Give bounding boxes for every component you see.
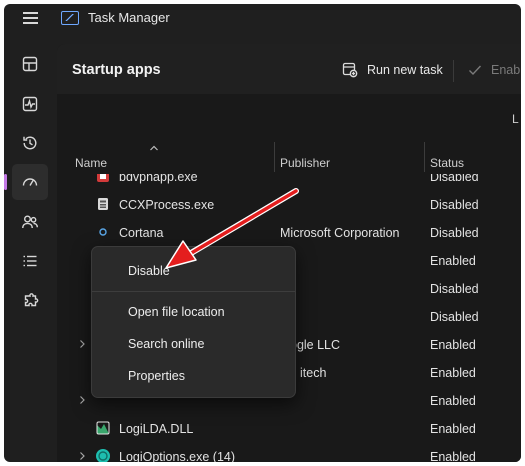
column-name-label: Name bbox=[75, 156, 108, 170]
task-manager-app-icon bbox=[61, 11, 79, 25]
run-new-task-label: Run new task bbox=[367, 63, 443, 77]
app-status: Disabled bbox=[430, 174, 479, 184]
page-header: Startup apps Run new task Enab bbox=[57, 44, 521, 94]
puzzle-icon bbox=[24, 293, 39, 307]
nav-item-app-history[interactable] bbox=[12, 125, 48, 161]
speedometer-icon bbox=[22, 178, 38, 186]
nav-item-processes[interactable] bbox=[12, 46, 48, 82]
app-red-icon bbox=[97, 174, 109, 182]
title-bar: Task Manager bbox=[4, 4, 521, 36]
app-gray-icon bbox=[98, 198, 108, 210]
app-status: Enabled bbox=[430, 254, 476, 268]
app-name: Cortana bbox=[119, 226, 164, 240]
column-header-status[interactable]: Status bbox=[430, 144, 521, 172]
app-status: Enabled bbox=[430, 450, 476, 462]
table-row[interactable]: Cortana Microsoft Corporation Disabled bbox=[57, 219, 521, 247]
table-row[interactable]: CCXProcess.exe Disabled bbox=[57, 191, 521, 219]
column-separator[interactable] bbox=[274, 142, 275, 172]
window-title: Task Manager bbox=[88, 10, 170, 25]
toolbar-divider bbox=[453, 60, 454, 82]
menu-item-open-file-location[interactable]: Open file location bbox=[96, 298, 292, 326]
menu-item-properties[interactable]: Properties bbox=[96, 362, 292, 390]
left-nav bbox=[4, 36, 56, 462]
app-name: bdvphapp.exe bbox=[119, 174, 198, 184]
checkmark-icon bbox=[469, 65, 482, 76]
context-menu: Disable Open file location Search online… bbox=[91, 246, 296, 398]
list-icon bbox=[23, 255, 37, 267]
menu-item-label: Search online bbox=[128, 337, 205, 351]
column-separator[interactable] bbox=[424, 142, 425, 172]
app-publisher: Microsoft Corporation bbox=[280, 226, 400, 240]
app-status: Disabled bbox=[430, 282, 479, 296]
nav-item-performance[interactable] bbox=[12, 86, 48, 122]
table-row[interactable]: LogiOptions.exe (14) Enabled bbox=[57, 443, 521, 462]
column-publisher-label: Publisher bbox=[280, 156, 331, 170]
app-status: Enabled bbox=[430, 394, 476, 408]
column-header-name[interactable]: Name bbox=[75, 144, 273, 172]
run-task-icon bbox=[342, 62, 358, 78]
chevron-right-icon[interactable] bbox=[77, 451, 87, 461]
app-status: Disabled bbox=[430, 310, 479, 324]
menu-item-label: Disable bbox=[128, 264, 170, 278]
column-status-label: Status bbox=[430, 156, 465, 170]
app-publisher: itech bbox=[300, 366, 327, 380]
menu-separator bbox=[92, 291, 295, 292]
app-status: Enabled bbox=[430, 366, 476, 380]
column-header-publisher[interactable]: Publisher bbox=[280, 144, 422, 172]
app-status: Disabled bbox=[430, 198, 479, 212]
app-status: Enabled bbox=[430, 422, 476, 436]
run-new-task-button[interactable]: Run new task bbox=[341, 56, 443, 84]
menu-item-disable[interactable]: Disable bbox=[96, 257, 292, 285]
activity-icon bbox=[22, 96, 38, 112]
menu-item-label: Properties bbox=[128, 369, 185, 383]
history-icon bbox=[23, 136, 37, 150]
chevron-right-icon[interactable] bbox=[77, 395, 87, 405]
table-row[interactable]: LogiLDA.DLL Enabled bbox=[57, 415, 521, 443]
page-title: Startup apps bbox=[72, 62, 161, 78]
task-manager-window: Task Manager Startup apps Run new task E… bbox=[4, 4, 521, 462]
app-status: Enabled bbox=[430, 338, 476, 352]
app-name: LogiLDA.DLL bbox=[119, 422, 194, 436]
nav-item-startup-apps[interactable] bbox=[4, 164, 48, 200]
app-name: LogiOptions.exe (14) bbox=[119, 450, 236, 462]
grid-icon bbox=[22, 56, 38, 72]
app-name: CCXProcess.exe bbox=[119, 198, 215, 212]
nav-item-services[interactable] bbox=[12, 284, 48, 320]
hamburger-menu-icon[interactable] bbox=[20, 7, 42, 29]
enable-label: Enab bbox=[491, 63, 521, 77]
menu-item-label: Open file location bbox=[128, 305, 225, 319]
nav-item-details[interactable] bbox=[12, 243, 48, 279]
app-publisher: ogle LLC bbox=[290, 338, 341, 352]
enable-button[interactable]: Enab bbox=[467, 56, 520, 84]
logi-options-icon bbox=[96, 449, 110, 462]
nav-item-users[interactable] bbox=[12, 204, 48, 240]
logi-lda-icon bbox=[96, 421, 110, 435]
cortana-icon bbox=[99, 228, 107, 236]
users-icon bbox=[22, 215, 38, 229]
chevron-right-icon[interactable] bbox=[77, 339, 87, 349]
app-status: Disabled bbox=[430, 226, 479, 240]
last-bios-time-label: L bbox=[512, 112, 519, 126]
table-row[interactable]: bdvphapp.exe Disabled bbox=[57, 174, 521, 191]
menu-item-search-online[interactable]: Search online bbox=[96, 330, 292, 358]
